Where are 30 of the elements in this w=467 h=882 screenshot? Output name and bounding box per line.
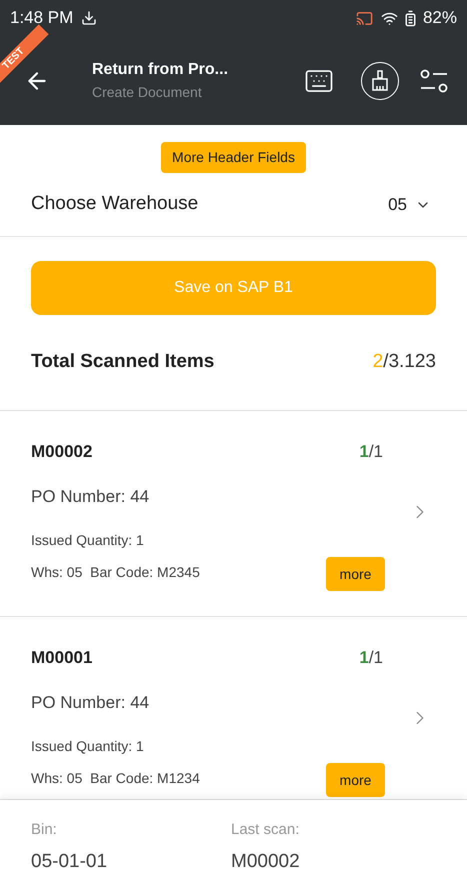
brush-icon — [370, 70, 390, 92]
battery-level: 82% — [422, 7, 457, 30]
item-count: 1/1 — [359, 441, 383, 463]
total-count: 2/3.123 — [372, 350, 436, 374]
po-number: PO Number: 44 — [31, 692, 150, 714]
cast-icon — [356, 10, 373, 26]
po-number: PO Number: 44 — [31, 486, 150, 508]
status-time: 1:48 PM — [10, 7, 74, 30]
item-code: M00001 — [31, 647, 92, 669]
issued-quantity: Issued Quantity: 1 — [31, 737, 145, 756]
last-scan-value: M00002 — [231, 850, 300, 874]
more-header-fields-button[interactable]: More Header Fields — [161, 142, 306, 173]
download-icon — [81, 10, 98, 26]
item-details: Whs: 05 Bar Code: M1234 — [31, 769, 200, 788]
more-button[interactable]: more — [326, 557, 385, 591]
last-scan-label: Last scan: — [231, 820, 300, 840]
item-details: Whs: 05 Bar Code: M2345 — [31, 563, 200, 582]
filter-button[interactable] — [419, 68, 449, 94]
bin-label: Bin: — [31, 820, 58, 840]
screen-subtitle: Create Document — [92, 83, 203, 102]
more-button[interactable]: more — [326, 763, 385, 797]
bin-value: 05-01-01 — [31, 850, 108, 874]
brush-button[interactable] — [361, 62, 399, 100]
warehouse-selector[interactable]: Choose Warehouse 05 — [0, 173, 467, 237]
total-label: Total Scanned Items — [31, 350, 214, 374]
item-row[interactable]: M00002 1/1 PO Number: 44 Issued Quantity: 1 Whs: 05 Bar Code: M2345 more — [0, 411, 467, 617]
item-count: 1/1 — [359, 647, 383, 669]
item-code: M00002 — [31, 441, 92, 463]
issued-quantity: Issued Quantity: 1 — [31, 531, 145, 550]
screen-title: Return from Pro... — [92, 60, 228, 80]
